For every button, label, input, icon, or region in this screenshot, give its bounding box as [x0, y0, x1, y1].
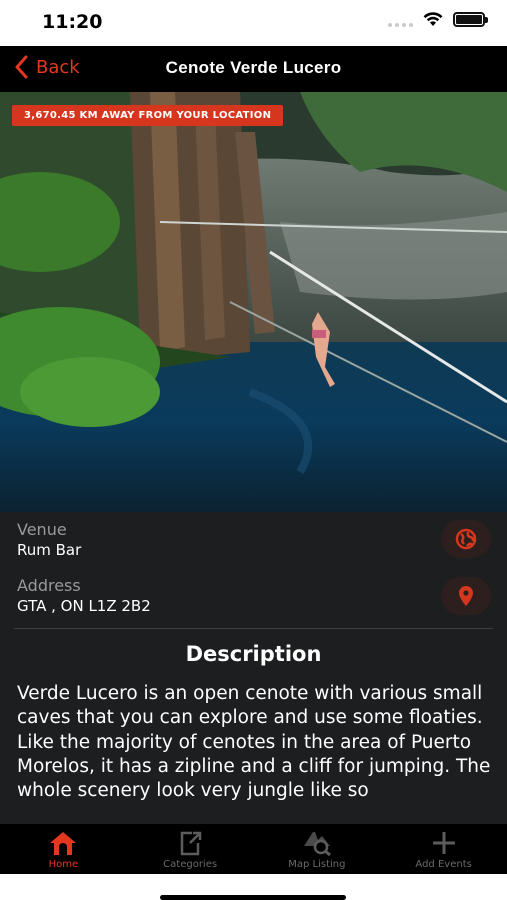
description-heading: Description [185, 642, 322, 666]
hero-image: 3,670.45 KM AWAY FROM YOUR LOCATION [0, 92, 507, 512]
tab-categories-label: Categories [163, 859, 218, 870]
signal-icon [388, 13, 413, 27]
tab-home-label: Home [48, 859, 79, 870]
address-value: GTA , ON L1Z 2B2 [17, 597, 151, 615]
website-button[interactable] [441, 520, 491, 558]
home-indicator[interactable] [160, 895, 346, 900]
tab-map-listing-label: Map Listing [288, 859, 346, 870]
address-label: Address [17, 576, 81, 595]
venue-value: Rum Bar [17, 541, 82, 559]
categories-icon [180, 831, 202, 856]
map-search-icon [303, 832, 331, 856]
page-title: Cenote Verde Lucero [165, 58, 342, 77]
status-bar: 11:20 [0, 0, 507, 46]
battery-icon [453, 12, 488, 27]
divider [14, 628, 493, 629]
distance-badge: 3,670.45 KM AWAY FROM YOUR LOCATION [12, 105, 284, 126]
location-button[interactable] [441, 577, 491, 615]
tab-map-listing[interactable]: Map Listing [254, 824, 381, 874]
details-panel: Venue Rum Bar Address GTA , ON L1Z 2B2 D… [0, 512, 507, 824]
tab-add-events-label: Add Events [415, 859, 472, 870]
tab-bar: Home Categories Map Listing Add Events [0, 824, 507, 874]
status-time: 11:20 [42, 11, 103, 33]
wifi-icon [423, 12, 443, 26]
home-icon [50, 832, 77, 855]
venue-label: Venue [17, 520, 67, 539]
description-text: Verde Lucero is an open cenote with vari… [17, 683, 491, 802]
navigation-bar: Back Cenote Verde Lucero [0, 46, 507, 92]
status-icons [388, 12, 488, 27]
tab-home[interactable]: Home [0, 824, 127, 874]
map-pin-icon [459, 586, 473, 606]
home-indicator-area [0, 874, 507, 900]
tab-categories[interactable]: Categories [127, 824, 254, 874]
tab-add-events[interactable]: Add Events [380, 824, 507, 874]
globe-icon [455, 528, 477, 550]
plus-icon [432, 832, 455, 854]
cenote-photo [0, 92, 507, 512]
